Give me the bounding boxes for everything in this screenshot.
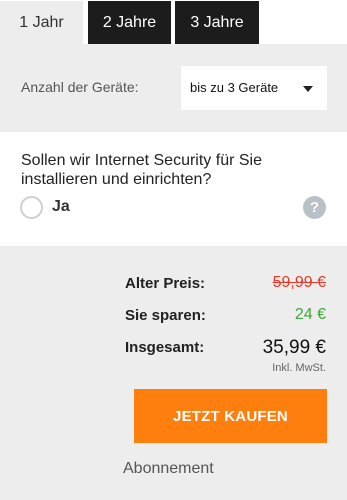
install-service-box: Sollen wir Internet Security für Sie ins… bbox=[0, 132, 347, 246]
devices-row: Anzahl der Geräte: bis zu 3 Geräte bbox=[0, 44, 347, 132]
devices-label: Anzahl der Geräte: bbox=[21, 79, 139, 95]
old-price-value: 59,99 € bbox=[272, 274, 326, 291]
savings-label: Sie sparen: bbox=[125, 307, 206, 324]
tab-3-jahre[interactable]: 3 Jahre bbox=[175, 1, 259, 44]
subscription-link[interactable]: Abonnement bbox=[123, 460, 214, 478]
install-question: Sollen wir Internet Security für Sie ins… bbox=[21, 152, 262, 188]
price-summary: Alter Preis: 59,99 € Sie sparen: 24 € In… bbox=[0, 246, 347, 500]
install-option-label: Ja bbox=[52, 198, 70, 215]
tab-2-jahre[interactable]: 2 Jahre bbox=[88, 1, 171, 44]
radio-icon[interactable] bbox=[20, 196, 43, 219]
chevron-down-icon bbox=[303, 86, 313, 92]
buy-now-button[interactable]: JETZT KAUFEN bbox=[134, 389, 327, 443]
devices-select[interactable]: bis zu 3 Geräte bbox=[181, 66, 327, 110]
total-value: 35,99 € bbox=[262, 337, 326, 358]
total-label: Insgesamt: bbox=[125, 339, 205, 356]
vat-note: Inkl. MwSt. bbox=[272, 362, 326, 374]
savings-value: 24 € bbox=[294, 306, 326, 323]
duration-tabs: 1 Jahr 2 Jahre 3 Jahre bbox=[0, 0, 347, 44]
tab-1-jahr[interactable]: 1 Jahr bbox=[0, 1, 83, 44]
help-icon[interactable]: ? bbox=[303, 196, 326, 219]
old-price-label: Alter Preis: bbox=[125, 275, 206, 292]
devices-select-value: bis zu 3 Geräte bbox=[190, 80, 279, 95]
